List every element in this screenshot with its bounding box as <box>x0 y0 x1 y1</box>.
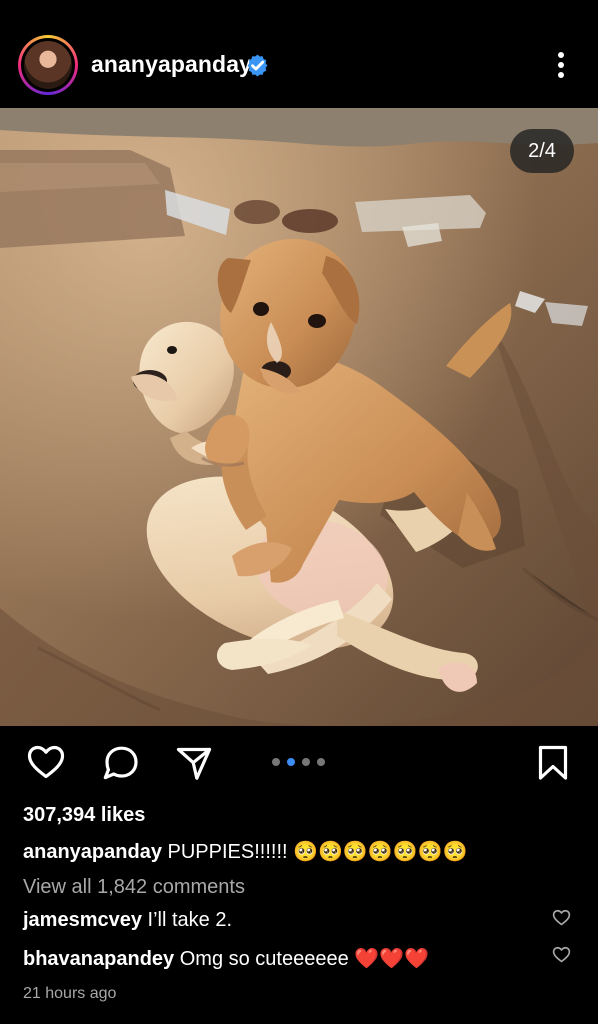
view-all-comments-link[interactable]: View all 1,842 comments <box>23 876 245 899</box>
comment-heart-icon[interactable] <box>551 944 572 965</box>
carousel-dot-active <box>287 758 295 766</box>
comment-username[interactable]: jamesmcvey <box>23 909 142 931</box>
comment-text: Omg so cuteeeeee ❤️❤️❤️ <box>179 948 429 970</box>
likes-count[interactable]: 307,394 likes <box>23 804 145 827</box>
post-caption: ananyapanday PUPPIES!!!!!! 🥺🥺🥺🥺🥺🥺🥺 <box>23 839 467 864</box>
profile-username[interactable]: ananyapanday <box>91 51 252 78</box>
comment-username[interactable]: bhavanapandey <box>23 948 174 970</box>
post-timestamp: 21 hours ago <box>23 985 117 1002</box>
heart-outline-icon[interactable] <box>25 742 67 784</box>
profile-avatar[interactable] <box>18 35 78 95</box>
comment-item: bhavanapandey Omg so cuteeeeee ❤️❤️❤️ <box>23 946 429 971</box>
image-counter-badge: 2/4 <box>510 129 574 173</box>
avatar-image <box>24 41 72 89</box>
caption-username[interactable]: ananyapanday <box>23 841 162 863</box>
avatar-ring-gap <box>21 38 75 92</box>
carousel-indicator <box>272 757 328 767</box>
post-image[interactable] <box>0 108 598 726</box>
caption-text: PUPPIES!!!!!! 🥺🥺🥺🥺🥺🥺🥺 <box>167 841 468 863</box>
bookmark-icon[interactable] <box>532 742 574 784</box>
puppies-photo <box>0 108 598 726</box>
carousel-dot <box>272 758 280 766</box>
post-header: ananyapanday <box>0 0 598 108</box>
more-vertical-icon[interactable] <box>548 48 574 82</box>
paper-plane-icon[interactable] <box>173 742 215 784</box>
comment-text: I’ll take 2. <box>147 909 233 931</box>
comment-heart-icon[interactable] <box>551 907 572 928</box>
carousel-dot <box>302 758 310 766</box>
comment-item: jamesmcvey I’ll take 2. <box>23 909 232 932</box>
comment-icon[interactable] <box>99 742 141 784</box>
verified-badge-icon <box>247 54 268 77</box>
carousel-dot <box>317 758 325 766</box>
